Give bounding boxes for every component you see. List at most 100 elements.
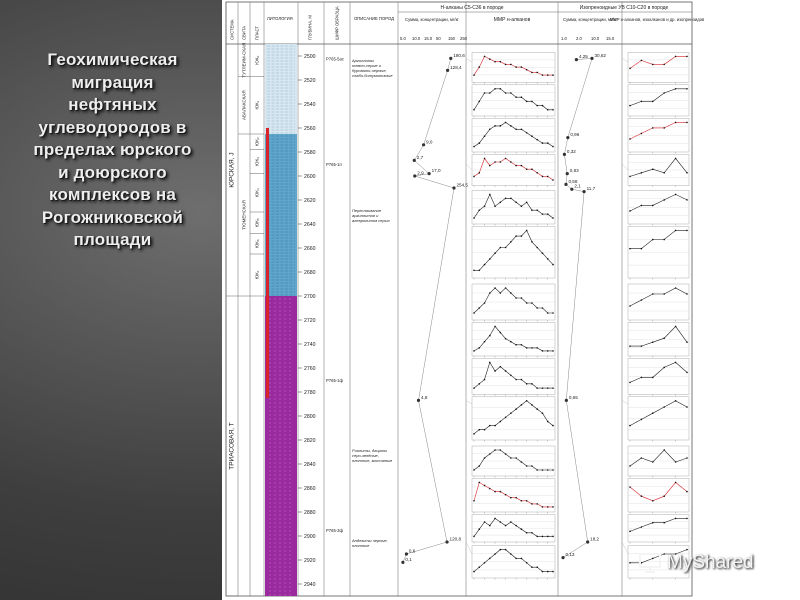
lithology-dot <box>274 430 276 432</box>
lithology-dot <box>279 306 281 308</box>
lithology-dot <box>279 338 281 340</box>
lithology-dot <box>289 358 291 360</box>
mmr-panel-point <box>504 197 507 200</box>
slide-title-line: Рогожниковской <box>41 207 184 227</box>
lithology-dot <box>289 310 291 312</box>
lithology-dot <box>274 466 276 468</box>
mmr-panel-point <box>531 532 533 534</box>
iso-panel-point <box>629 562 631 564</box>
lithology-dot <box>279 482 281 484</box>
lithology-dot <box>274 362 276 364</box>
mmr-panel-point <box>489 58 491 60</box>
mmr-panel-point <box>536 566 538 568</box>
mmr-panel-point <box>489 361 491 364</box>
lithology-dot <box>284 422 286 424</box>
lithology-dot <box>274 374 276 376</box>
lithology-dot <box>289 322 291 324</box>
lithology-dot <box>279 450 281 452</box>
sum-point <box>449 56 453 61</box>
iso-panel-point <box>674 361 677 364</box>
iso-panel-point <box>686 172 688 174</box>
lithology-dot <box>274 570 276 572</box>
lithology-dot <box>274 554 276 556</box>
lithology-dot <box>279 322 281 324</box>
mmr-panel-point <box>552 217 554 219</box>
mmr-panel-point <box>536 408 538 410</box>
mmr-panel-point <box>489 557 491 560</box>
lithology-dot <box>279 514 281 516</box>
lithology-dot <box>289 486 291 488</box>
lithology-dot <box>284 410 286 412</box>
lithology-dot <box>269 538 271 540</box>
mmr-panel-point <box>473 175 475 178</box>
lithology-dot <box>289 350 291 352</box>
lithology-dot <box>279 418 281 420</box>
lithology-dot <box>284 342 286 344</box>
lithology-dot <box>289 558 291 560</box>
lithology-dot <box>279 590 281 592</box>
sum-point <box>586 540 590 544</box>
mmr-panel-point <box>536 71 538 74</box>
header-layer: ПЛАСТ <box>255 26 260 40</box>
lithology-dot <box>289 306 291 308</box>
mmr-panel-point <box>478 307 481 309</box>
presentation-icon <box>639 553 661 573</box>
mmr-panel-point <box>520 404 523 406</box>
depth-label: 2700 <box>304 294 316 300</box>
lithology-dot <box>274 474 276 476</box>
mmr-panel-point <box>510 161 512 163</box>
lithology-dot <box>274 378 276 380</box>
iso-panel-point <box>686 371 688 374</box>
iso-panel-point <box>640 345 643 347</box>
mmr-panel-point <box>546 109 549 111</box>
lithology-dot <box>284 478 286 480</box>
mmr-panel-point <box>515 524 517 527</box>
lithology-dot <box>284 298 286 300</box>
mmr-panel-point <box>531 100 533 103</box>
mmr-panel-point <box>494 287 496 289</box>
lithology-dot <box>289 454 291 456</box>
lithology-shale <box>265 44 297 134</box>
lithology-dot <box>284 526 286 528</box>
mmr-panel-point <box>546 570 549 573</box>
mmr-panel-point <box>531 135 533 137</box>
lithology-dot <box>274 342 276 344</box>
sum-point <box>561 556 565 560</box>
mmr-panel-point <box>552 387 554 389</box>
iso-panel-point <box>686 341 688 343</box>
lithology-dot <box>284 402 286 404</box>
lithology-dot <box>274 302 276 304</box>
mmr-panel-point <box>531 71 533 74</box>
lithology-dot <box>269 386 271 388</box>
lithology-dot <box>284 578 286 580</box>
iso-panel-point <box>686 457 688 459</box>
lithology-dot <box>289 498 291 500</box>
mmr-panel-point <box>499 125 502 127</box>
mmr-panel-point <box>536 503 538 505</box>
slide-title-line: пределах юрского <box>33 140 192 160</box>
depth-label: 2880 <box>304 510 316 516</box>
mmr-panel-point <box>504 524 507 527</box>
depth-label: 2500 <box>304 54 316 60</box>
iso-panel-point <box>629 175 631 178</box>
lithology-dot <box>269 302 271 304</box>
mmr-panel-point <box>515 201 517 204</box>
lithology-dot <box>279 358 281 360</box>
lithology-dot <box>284 382 286 384</box>
lithology-sandstone <box>265 134 297 296</box>
lithology-dot <box>284 394 286 396</box>
mmr-panel-point <box>510 92 512 94</box>
mmr-panel-point <box>531 566 533 568</box>
lithology-dot <box>274 530 276 532</box>
mmr-panel-point <box>541 412 544 415</box>
lithology-dot <box>279 478 281 480</box>
iso-scale-tick: 2.0 <box>576 36 582 41</box>
lithology-dot <box>284 330 286 332</box>
mmr-panel-point <box>483 428 486 431</box>
lithology-dot <box>274 318 276 320</box>
lithology-dot <box>289 382 291 384</box>
lithology-dot <box>274 450 276 452</box>
lithology-dot <box>279 586 281 588</box>
mmr-panel-point <box>552 535 554 538</box>
lithology-dot <box>274 534 276 536</box>
